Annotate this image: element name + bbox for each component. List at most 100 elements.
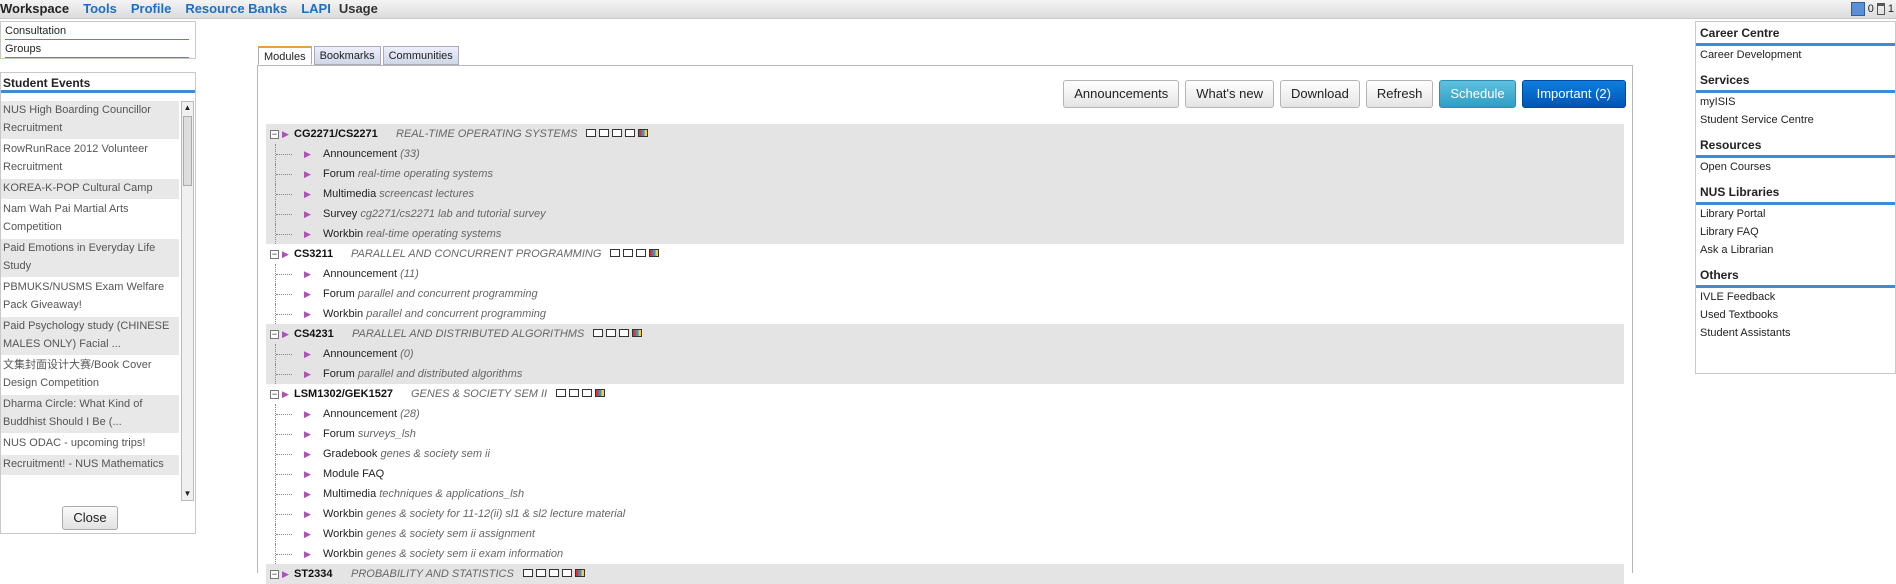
tool-label[interactable]: Multimedia screencast lectures bbox=[323, 184, 474, 204]
list-item[interactable]: NUS High Boarding Councillor Recruitment bbox=[1, 101, 179, 140]
tool-label[interactable]: Workbin parallel and concurrent programm… bbox=[323, 304, 546, 324]
tool-label[interactable]: Forum parallel and distributed algorithm… bbox=[323, 364, 522, 384]
inbox-icon[interactable] bbox=[1850, 2, 1865, 16]
nav-workspace[interactable]: Workspace bbox=[0, 1, 69, 17]
tool-name[interactable]: Announcement bbox=[323, 148, 397, 160]
tool-name[interactable]: Gradebook bbox=[323, 448, 377, 460]
module-tool-item[interactable]: ▶ Multimedia techniques & applications_ls… bbox=[266, 484, 1624, 504]
tool-label[interactable]: Module FAQ bbox=[323, 464, 384, 484]
schedule-button[interactable]: Schedule bbox=[1439, 80, 1516, 108]
workbin-icon[interactable] bbox=[562, 569, 572, 577]
module-tool-item[interactable]: ▶ Workbin genes & society for 11-12(ii) s… bbox=[266, 504, 1624, 524]
important-button[interactable]: Important (2) bbox=[1521, 80, 1626, 108]
announcement-icon[interactable] bbox=[556, 389, 566, 397]
list-item[interactable]: Nam Wah Pai Martial Arts Competition bbox=[1, 200, 179, 239]
tool-label[interactable]: Announcement (28) bbox=[323, 404, 420, 424]
tool-name[interactable]: Announcement bbox=[323, 408, 397, 420]
nav-resource-banks[interactable]: Resource Banks bbox=[185, 1, 287, 17]
collapse-toggle-icon[interactable]: − bbox=[270, 570, 279, 579]
mail-icon[interactable] bbox=[636, 249, 646, 257]
tool-label[interactable]: Multimedia techniques & applications_lsh bbox=[323, 484, 524, 504]
nav-tools[interactable]: Tools bbox=[83, 1, 117, 17]
tab-communities[interactable]: Communities bbox=[382, 46, 459, 65]
announcement-icon[interactable] bbox=[523, 569, 533, 577]
collapse-toggle-icon[interactable]: − bbox=[270, 250, 279, 259]
refresh-button[interactable]: Refresh bbox=[1365, 80, 1434, 108]
link-career-development[interactable]: Career Development bbox=[1696, 46, 1895, 64]
module-row[interactable]: − ▶ ST2334 PROBABILITY AND STATISTICS bbox=[266, 564, 1624, 584]
link-student-assistants[interactable]: Student Assistants bbox=[1696, 324, 1895, 342]
chart-icon[interactable] bbox=[638, 129, 648, 137]
scroll-up-icon[interactable]: ▲ bbox=[183, 103, 192, 113]
module-row[interactable]: − ▶ CG2271/CS2271 REAL-TIME OPERATING SYSTE… bbox=[266, 124, 1624, 144]
tool-name[interactable]: Workbin bbox=[323, 548, 363, 560]
mail-icon[interactable] bbox=[619, 329, 629, 337]
tool-label[interactable]: Workbin genes & society for 11-12(ii) sl… bbox=[323, 504, 625, 524]
collapse-toggle-icon[interactable]: − bbox=[270, 390, 279, 399]
tool-label[interactable]: Forum real-time operating systems bbox=[323, 164, 493, 184]
tool-label[interactable]: Workbin genes & society sem ii exam info… bbox=[323, 544, 563, 564]
module-tool-item[interactable]: ▶ Survey cg2271/cs2271 lab and tutorial s… bbox=[266, 204, 1624, 224]
link-open-courses[interactable]: Open Courses bbox=[1696, 158, 1895, 176]
tab-bookmarks[interactable]: Bookmarks bbox=[313, 46, 381, 65]
module-tool-item[interactable]: ▶ Workbin genes & society sem ii assignme… bbox=[266, 524, 1624, 544]
forum-icon[interactable] bbox=[623, 249, 633, 257]
tool-label[interactable]: Announcement (11) bbox=[323, 264, 419, 284]
list-item[interactable]: 文集封面设计大赛/Book Cover Design Competition bbox=[1, 356, 179, 395]
module-code[interactable]: CG2271/CS2271 bbox=[294, 124, 378, 144]
download-button[interactable]: Download bbox=[1280, 80, 1360, 108]
module-tool-item[interactable]: ▶ Forum real-time operating systems bbox=[266, 164, 1624, 184]
module-tool-item[interactable]: ▶ Announcement (28) bbox=[266, 404, 1624, 424]
announcement-icon[interactable] bbox=[610, 249, 620, 257]
tool-label[interactable]: Workbin real-time operating systems bbox=[323, 224, 501, 244]
module-tool-item[interactable]: ▶ Module FAQ bbox=[266, 464, 1624, 484]
nav-profile[interactable]: Profile bbox=[131, 1, 171, 17]
announcements-button[interactable]: Announcements bbox=[1063, 80, 1180, 108]
list-item[interactable]: RowRunRace 2012 Volunteer Recruitment bbox=[1, 140, 179, 179]
tool-label[interactable]: Forum parallel and concurrent programmin… bbox=[323, 284, 538, 304]
module-tool-item[interactable]: ▶ Workbin parallel and concurrent program… bbox=[266, 304, 1624, 324]
list-item[interactable]: Paid Psychology study (CHINESE MALES ONL… bbox=[1, 317, 179, 356]
list-item[interactable]: Recruitment! - NUS Mathematics bbox=[1, 455, 179, 476]
module-tool-item[interactable]: ▶ Announcement (33) bbox=[266, 144, 1624, 164]
tab-modules[interactable]: Modules bbox=[258, 46, 312, 65]
tool-name[interactable]: Workbin bbox=[323, 508, 363, 520]
mail-icon[interactable] bbox=[549, 569, 559, 577]
forum-icon[interactable] bbox=[569, 389, 579, 397]
tool-name[interactable]: Forum bbox=[323, 428, 355, 440]
tool-name[interactable]: Announcement bbox=[323, 268, 397, 280]
link-student-service-centre[interactable]: Student Service Centre bbox=[1696, 111, 1895, 129]
tool-name[interactable]: Workbin bbox=[323, 228, 363, 240]
workbin-icon[interactable] bbox=[625, 129, 635, 137]
collapse-toggle-icon[interactable]: − bbox=[270, 130, 279, 139]
module-tool-item[interactable]: ▶ Forum parallel and concurrent programmi… bbox=[266, 284, 1624, 304]
tool-name[interactable]: Workbin bbox=[323, 308, 363, 320]
link-ask-a-librarian[interactable]: Ask a Librarian bbox=[1696, 241, 1895, 259]
link-ivle-feedback[interactable]: IVLE Feedback bbox=[1696, 288, 1895, 306]
tool-name[interactable]: Workbin bbox=[323, 528, 363, 540]
tool-label[interactable]: Announcement (33) bbox=[323, 144, 420, 164]
collapse-toggle-icon[interactable]: − bbox=[270, 330, 279, 339]
link-consultation[interactable]: Consultation bbox=[5, 24, 189, 40]
trash-icon[interactable] bbox=[1876, 3, 1885, 15]
tool-label[interactable]: Gradebook genes & society sem ii bbox=[323, 444, 490, 464]
module-tool-item[interactable]: ▶ Announcement (11) bbox=[266, 264, 1624, 284]
module-code[interactable]: LSM1302/GEK1527 bbox=[294, 384, 393, 404]
forum-icon[interactable] bbox=[599, 129, 609, 137]
module-code[interactable]: CS3211 bbox=[294, 244, 333, 264]
tool-name[interactable]: Module FAQ bbox=[323, 468, 384, 480]
link-library-faq[interactable]: Library FAQ bbox=[1696, 223, 1895, 241]
module-code[interactable]: CS4231 bbox=[294, 324, 334, 344]
module-tool-item[interactable]: ▶ Forum parallel and distributed algorith… bbox=[266, 364, 1624, 384]
tool-name[interactable]: Multimedia bbox=[323, 488, 376, 500]
module-tool-item[interactable]: ▶ Forum surveys_lsh bbox=[266, 424, 1624, 444]
list-item[interactable]: NUS ODAC - upcoming trips! bbox=[1, 434, 179, 455]
link-groups[interactable]: Groups bbox=[5, 42, 189, 58]
tool-label[interactable]: Forum surveys_lsh bbox=[323, 424, 416, 444]
nav-lapi[interactable]: LAPI bbox=[301, 1, 331, 17]
list-item[interactable]: KOREA-K-POP Cultural Camp bbox=[1, 179, 179, 200]
tool-label[interactable]: Workbin genes & society sem ii assignmen… bbox=[323, 524, 535, 544]
module-tool-item[interactable]: ▶ Multimedia screencast lectures bbox=[266, 184, 1624, 204]
chart-icon[interactable] bbox=[575, 569, 585, 577]
scroll-thumb[interactable] bbox=[183, 116, 192, 186]
